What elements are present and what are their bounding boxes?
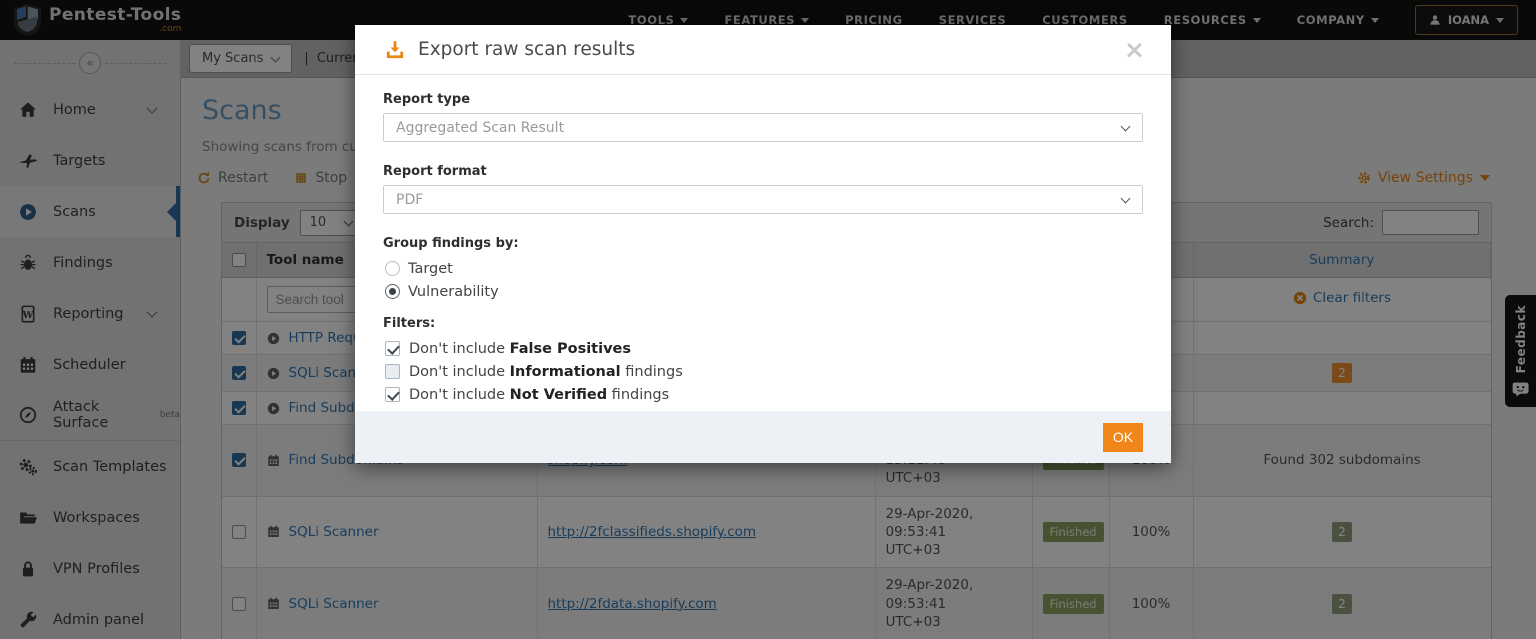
modal-footer: OK: [355, 411, 1171, 463]
ok-button[interactable]: OK: [1103, 423, 1143, 452]
report-type-label: Report type: [383, 92, 1143, 107]
checkbox[interactable]: [385, 364, 400, 379]
group-by-radio-option[interactable]: Target: [385, 257, 1143, 280]
group-by-radio-option[interactable]: Vulnerability: [385, 280, 1143, 303]
chevron-down-icon: [1121, 122, 1131, 132]
modal-body: Report type Aggregated Scan Result Repor…: [355, 75, 1171, 411]
export-modal: Export raw scan results × Report type Ag…: [355, 25, 1171, 463]
radio-button[interactable]: [385, 261, 400, 276]
checkbox[interactable]: [385, 387, 400, 402]
filter-checkbox-option[interactable]: Don't include Informational findings: [385, 360, 1143, 383]
report-format-select[interactable]: PDF: [383, 185, 1143, 214]
chevron-down-icon: [1121, 194, 1131, 204]
app-window: Pentest-Tools .com TOOLS FEATURES PRICIN…: [0, 0, 1536, 639]
checkbox[interactable]: [385, 341, 400, 356]
report-type-select[interactable]: Aggregated Scan Result: [383, 113, 1143, 142]
report-type-value: Aggregated Scan Result: [396, 120, 564, 136]
radio-button[interactable]: [385, 284, 400, 299]
modal-header: Export raw scan results ×: [355, 25, 1171, 75]
modal-title: Export raw scan results: [418, 39, 635, 60]
download-icon: [385, 40, 405, 60]
group-findings-label: Group findings by:: [383, 236, 1143, 251]
filter-checkbox-option[interactable]: Don't include Not Verified findings: [385, 383, 1143, 406]
report-format-value: PDF: [396, 192, 423, 208]
filter-checkbox-option[interactable]: Don't include False Positives: [385, 337, 1143, 360]
report-format-label: Report format: [383, 164, 1143, 179]
close-icon[interactable]: ×: [1124, 37, 1145, 62]
filters-label: Filters:: [383, 316, 1143, 331]
